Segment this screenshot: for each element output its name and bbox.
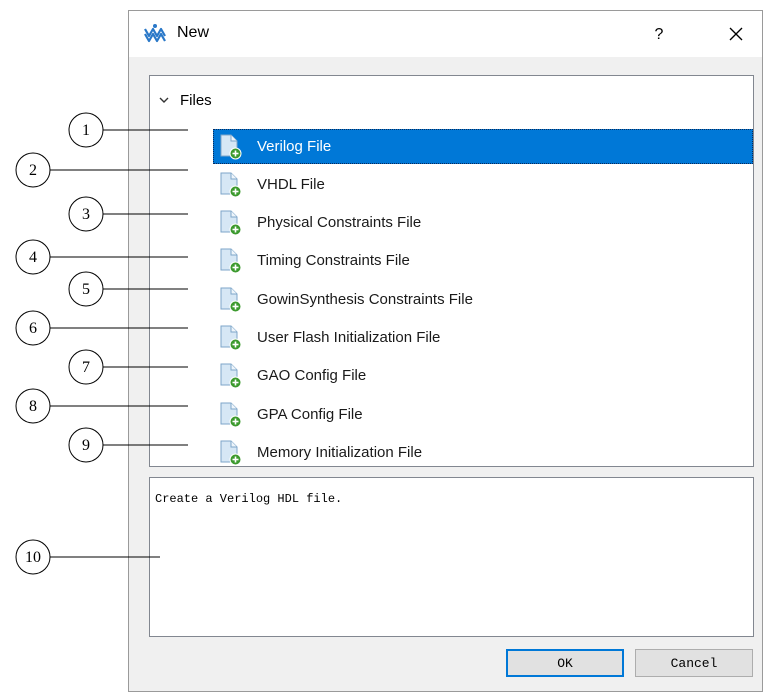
file-type-tree: Files Verilog File VHDL File Physical Cons… — [149, 75, 754, 467]
new-file-icon — [220, 134, 242, 159]
dialog-title: New — [177, 24, 210, 41]
new-file-dialog: New ? Files Verilog File VHDL File Physica… — [128, 10, 763, 692]
file-type-item[interactable]: Verilog File — [213, 129, 753, 164]
callout-number: 2 — [29, 162, 37, 179]
tree-group-files[interactable]: Files — [158, 89, 212, 111]
title-bar: New ? — [129, 11, 762, 57]
callout-circle — [68, 427, 104, 463]
callout-number: 4 — [29, 249, 37, 266]
help-button[interactable]: ? — [644, 22, 674, 48]
callout-circle — [68, 349, 104, 385]
callout-circle — [15, 310, 51, 346]
file-type-item[interactable]: GowinSynthesis Constraints File — [213, 282, 753, 317]
gowin-logo-icon — [144, 24, 166, 43]
file-type-label: Memory Initialization File — [257, 444, 423, 461]
callout-number: 8 — [29, 398, 37, 415]
description-text: Create a Verilog HDL file. — [155, 492, 343, 506]
callout-circle — [15, 239, 51, 275]
new-file-icon — [220, 363, 242, 388]
new-file-icon — [220, 325, 242, 350]
file-type-item[interactable]: GPA Config File — [213, 397, 753, 432]
new-file-icon — [220, 440, 242, 465]
new-file-icon — [220, 402, 242, 427]
callout-number: 6 — [29, 320, 37, 337]
file-type-item[interactable]: Physical Constraints File — [213, 205, 753, 240]
cancel-button[interactable]: Cancel — [635, 649, 753, 677]
callout-circle — [68, 112, 104, 148]
new-file-icon — [220, 248, 242, 273]
file-type-item[interactable]: GAO Config File — [213, 358, 753, 393]
file-type-item[interactable]: VHDL File — [213, 167, 753, 202]
file-type-label: VHDL File — [257, 176, 325, 193]
file-type-label: GAO Config File — [257, 367, 367, 384]
callout-circle — [68, 196, 104, 232]
callout-number: 7 — [82, 359, 90, 376]
file-type-label: User Flash Initialization File — [257, 329, 441, 346]
description-panel: Create a Verilog HDL file. — [149, 477, 754, 637]
file-type-item[interactable]: User Flash Initialization File — [213, 320, 753, 355]
file-type-item[interactable]: Memory Initialization File — [213, 435, 753, 470]
chevron-down-icon[interactable] — [158, 94, 170, 106]
file-type-item[interactable]: Timing Constraints File — [213, 243, 753, 278]
new-file-icon — [220, 172, 242, 197]
callout-number: 5 — [82, 281, 90, 298]
new-file-icon — [220, 210, 242, 235]
callout-circle — [68, 271, 104, 307]
callout-circle — [15, 539, 51, 575]
file-type-label: Verilog File — [257, 138, 332, 155]
ok-button[interactable]: OK — [506, 649, 624, 677]
file-type-label: GPA Config File — [257, 406, 363, 423]
callout-number: 3 — [82, 206, 90, 223]
callout-circle — [15, 152, 51, 188]
callout-number: 10 — [25, 549, 41, 566]
file-type-label: Timing Constraints File — [257, 252, 410, 269]
callout-number: 9 — [82, 437, 90, 454]
new-file-icon — [220, 287, 242, 312]
tree-group-label: Files — [180, 91, 212, 109]
callout-number: 1 — [82, 122, 90, 139]
file-type-label: GowinSynthesis Constraints File — [257, 291, 473, 308]
file-type-label: Physical Constraints File — [257, 214, 422, 231]
close-icon[interactable] — [721, 22, 751, 48]
callout-circle — [15, 388, 51, 424]
